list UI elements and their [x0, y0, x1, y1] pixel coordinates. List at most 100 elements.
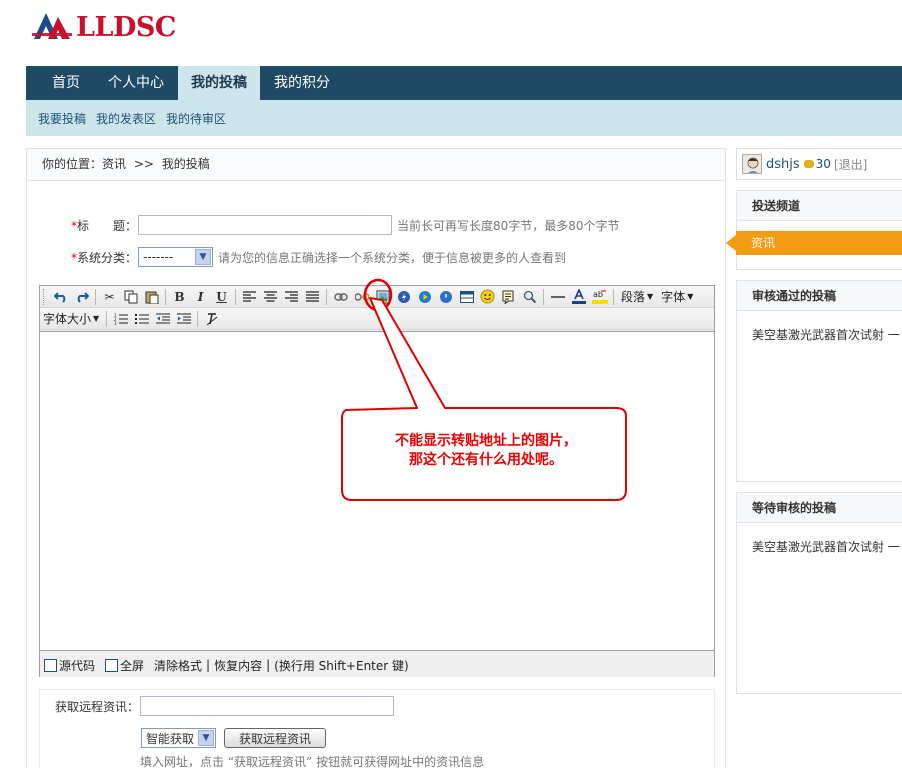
- chevron-down-icon: ▼: [198, 730, 214, 746]
- remote-hint: 填入网址，点击 “获取远程资讯” 按钮就可获得网址中的资讯信息: [140, 755, 485, 768]
- paste-icon[interactable]: [141, 287, 162, 307]
- align-center-icon[interactable]: [260, 287, 281, 307]
- restore-content-link[interactable]: 恢复内容: [214, 657, 262, 674]
- avatar[interactable]: [742, 154, 762, 174]
- paragraph-dropdown[interactable]: 段落 ▼: [617, 287, 657, 307]
- footer-divider: |: [266, 658, 271, 672]
- nav-user-center[interactable]: 个人中心: [94, 66, 178, 100]
- fetch-remote-button[interactable]: 获取远程资讯: [224, 728, 327, 748]
- flash-icon[interactable]: [393, 287, 414, 307]
- breadcrumb-prefix: 你的位置：: [42, 157, 103, 171]
- rich-text-editor: ✂ B I U ab 段落 ▼ 字体 ▼ 字体大小 ▼ 1 2 3 源代码 全屏…: [39, 285, 715, 677]
- annotation-line-2: 那这个还有什么用处呢。: [409, 452, 563, 468]
- caret-down-icon: ▼: [687, 292, 694, 301]
- indent-icon[interactable]: [173, 309, 194, 329]
- nav-my-points[interactable]: 我的积分: [260, 66, 344, 100]
- ordered-list-icon[interactable]: 123: [110, 309, 131, 329]
- user-points: 30: [815, 157, 831, 171]
- font-size-dropdown[interactable]: 字体大小 ▼: [43, 309, 103, 329]
- logout-link[interactable]: [退出]: [834, 156, 867, 173]
- editor-toolbar-row-1: ✂ B I U ab 段落 ▼ 字体 ▼: [40, 286, 714, 308]
- category-row: *系统分类： ------- ▼ 请为您的信息正确选择一个系统分类，便于信息被更…: [27, 247, 566, 267]
- toolbar-grip: [43, 288, 46, 305]
- undo-icon[interactable]: [50, 287, 71, 307]
- emoticon-icon[interactable]: [477, 287, 498, 307]
- category-hint: 请为您的信息正确选择一个系统分类，便于信息被更多的人查看到: [218, 250, 567, 265]
- fetch-mode-select[interactable]: 智能获取 ▼: [141, 728, 216, 748]
- search-icon[interactable]: [519, 287, 540, 307]
- caret-down-icon: ▼: [93, 314, 100, 323]
- unordered-list-icon[interactable]: [131, 309, 152, 329]
- copy-icon[interactable]: [120, 287, 141, 307]
- remote-fetch-section: 获取远程资讯： 智能获取 ▼ 获取远程资讯 填入网址，点击 “获取远程资讯” 按…: [39, 689, 715, 768]
- subnav-published[interactable]: 我的发表区: [96, 110, 156, 127]
- source-code-checkbox[interactable]: [44, 658, 57, 672]
- underline-icon[interactable]: U: [211, 287, 232, 307]
- annotation-line-1: 不能显示转贴地址上的图片，: [395, 433, 577, 449]
- breadcrumb-section[interactable]: 资讯: [102, 157, 126, 171]
- logo-text: LLDSC: [76, 11, 176, 43]
- pending-item[interactable]: 美空基激光武器首次试射 一: [737, 538, 902, 555]
- site-logo[interactable]: LLDSC: [32, 10, 176, 44]
- bold-icon[interactable]: B: [169, 287, 190, 307]
- clock-icon[interactable]: [435, 287, 456, 307]
- subnav-pending[interactable]: 我的待审区: [166, 110, 226, 127]
- media-player-icon[interactable]: [414, 287, 435, 307]
- italic-icon[interactable]: I: [190, 287, 211, 307]
- outdent-icon[interactable]: [152, 309, 173, 329]
- category-select[interactable]: ------- ▼: [138, 247, 213, 267]
- remote-url-row: 获取远程资讯：: [55, 696, 395, 716]
- toolbar-separator: [235, 288, 236, 305]
- insert-image-icon[interactable]: [372, 287, 393, 307]
- clear-format-link[interactable]: 清除格式: [154, 657, 202, 674]
- breadcrumb-current: 我的投稿: [161, 157, 210, 171]
- approved-item[interactable]: 美空基激光武器首次试射 一: [737, 326, 902, 343]
- toolbar-separator: [613, 288, 614, 305]
- user-name[interactable]: dshjs: [766, 157, 800, 172]
- remove-format-icon[interactable]: [201, 309, 222, 329]
- redo-icon[interactable]: [71, 287, 92, 307]
- align-left-icon[interactable]: [239, 287, 260, 307]
- fullscreen-toggle[interactable]: 全屏: [105, 657, 144, 674]
- caret-down-icon: ▼: [647, 292, 654, 301]
- table-icon[interactable]: [456, 287, 477, 307]
- cut-icon[interactable]: ✂: [99, 287, 120, 307]
- title-input[interactable]: [138, 215, 392, 235]
- breadcrumb: 你的位置：资讯 >> 我的投稿: [27, 149, 725, 181]
- editor-toolbar-row-2: 字体大小 ▼ 123: [40, 308, 714, 330]
- approved-title: 审核通过的投稿: [737, 281, 902, 311]
- horizontal-rule-icon[interactable]: [547, 287, 568, 307]
- editor-content-area[interactable]: [40, 331, 714, 651]
- toolbar-separator: [197, 310, 199, 327]
- pending-box: 等待审核的投稿 美空基激光武器首次试射 一: [736, 492, 902, 694]
- align-justify-icon[interactable]: [302, 287, 323, 307]
- remote-url-input[interactable]: [140, 696, 395, 716]
- chevron-down-icon: ▼: [195, 249, 211, 265]
- note-icon[interactable]: [498, 287, 519, 307]
- channel-title: 投送频道: [737, 191, 902, 221]
- user-bar: dshjs 30 [退出]: [736, 148, 902, 180]
- unlink-icon[interactable]: [351, 287, 372, 307]
- annotation-text: 不能显示转贴地址上的图片， 那这个还有什么用处呢。: [346, 432, 626, 470]
- align-right-icon[interactable]: [281, 287, 302, 307]
- source-code-toggle[interactable]: 源代码: [44, 657, 95, 674]
- title-row: *标 题： 当前长可再写长度80字节，最多80个字节: [27, 215, 620, 235]
- title-hint: 当前长可再写长度80字节，最多80个字节: [397, 218, 620, 233]
- toolbar-separator: [95, 288, 96, 305]
- remote-action-row: 智能获取 ▼ 获取远程资讯: [140, 728, 327, 748]
- toolbar-separator: [326, 288, 327, 305]
- font-dropdown[interactable]: 字体 ▼: [657, 287, 697, 307]
- fullscreen-checkbox[interactable]: [105, 658, 119, 672]
- nav-my-submissions[interactable]: 我的投稿: [178, 66, 260, 100]
- category-label: *系统分类：: [70, 250, 137, 265]
- remote-url-label: 获取远程资讯：: [55, 699, 140, 714]
- link-icon[interactable]: [330, 287, 351, 307]
- nav-home[interactable]: 首页: [26, 66, 94, 100]
- highlight-color-icon[interactable]: ab: [589, 287, 610, 307]
- font-color-icon[interactable]: [568, 287, 589, 307]
- channel-item-news[interactable]: 资讯: [726, 231, 902, 255]
- toolbar-separator: [543, 288, 544, 305]
- subnav-submit[interactable]: 我要投稿: [38, 110, 86, 127]
- sub-nav: 我要投稿 我的发表区 我的待审区: [26, 100, 902, 136]
- breadcrumb-separator: >>: [133, 157, 154, 171]
